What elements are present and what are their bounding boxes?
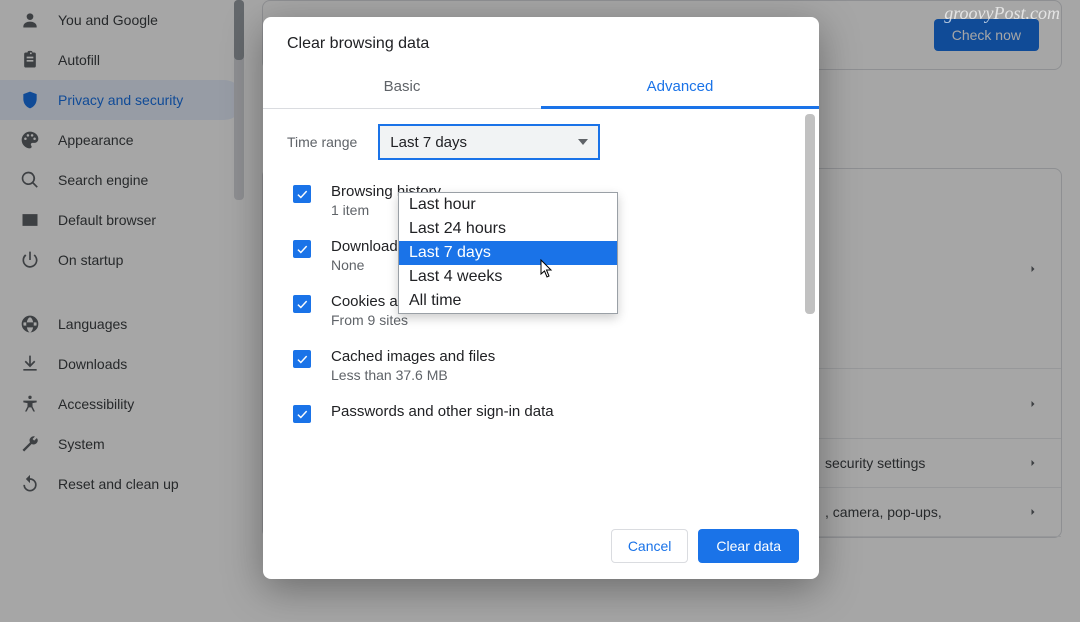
checkbox[interactable]: [293, 405, 311, 423]
dialog-title: Clear browsing data: [263, 17, 819, 65]
dropdown-option-last-4-weeks[interactable]: Last 4 weeks: [399, 265, 617, 289]
chevron-down-icon: [578, 139, 588, 145]
time-range-dropdown[interactable]: Last hour Last 24 hours Last 7 days Last…: [398, 192, 618, 314]
time-range-select[interactable]: Last 7 days: [379, 125, 599, 159]
option-sub: From 9 sites: [331, 312, 514, 328]
option-cached[interactable]: Cached images and files Less than 37.6 M…: [287, 338, 795, 393]
time-range-value: Last 7 days: [390, 134, 467, 151]
dialog-scrollbar[interactable]: [805, 114, 815, 314]
cancel-button[interactable]: Cancel: [611, 529, 689, 563]
option-sub: Less than 37.6 MB: [331, 367, 495, 383]
tab-advanced[interactable]: Advanced: [541, 65, 819, 108]
dropdown-option-last-hour[interactable]: Last hour: [399, 193, 617, 217]
checkbox[interactable]: [293, 350, 311, 368]
tab-basic[interactable]: Basic: [263, 65, 541, 108]
checkbox[interactable]: [293, 240, 311, 258]
dialog-tabs: Basic Advanced: [263, 65, 819, 109]
time-range-label: Time range: [287, 134, 357, 150]
dropdown-option-all-time[interactable]: All time: [399, 289, 617, 313]
clear-data-button[interactable]: Clear data: [698, 529, 799, 563]
option-passwords[interactable]: Passwords and other sign-in data: [287, 393, 795, 433]
checkbox[interactable]: [293, 295, 311, 313]
dropdown-option-last-24-hours[interactable]: Last 24 hours: [399, 217, 617, 241]
checkbox[interactable]: [293, 185, 311, 203]
dialog-footer: Cancel Clear data: [263, 515, 819, 579]
watermark: groovyPost.com: [944, 3, 1060, 24]
mouse-cursor-icon: [540, 259, 556, 284]
option-title: Cached images and files: [331, 348, 495, 365]
dropdown-option-last-7-days[interactable]: Last 7 days: [399, 241, 617, 265]
option-title: Passwords and other sign-in data: [331, 403, 554, 420]
